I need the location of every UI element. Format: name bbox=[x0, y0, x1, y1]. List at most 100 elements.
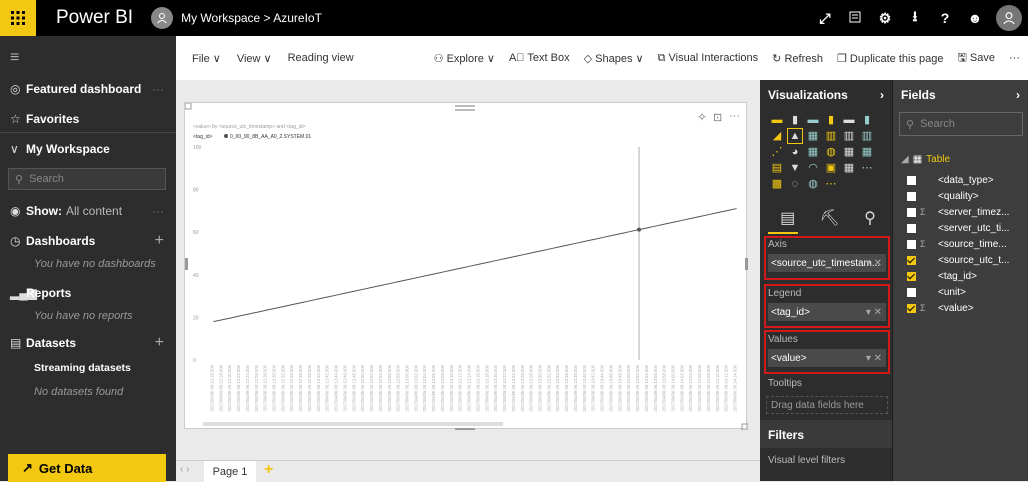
field-item[interactable]: Σ <server_timez... bbox=[907, 204, 1025, 220]
nav-featured-dashboard[interactable]: ◎ Featured dashboard ··· bbox=[0, 82, 176, 96]
pin-icon[interactable]: ✧ bbox=[697, 110, 707, 124]
field-item[interactable]: <quality> bbox=[907, 188, 1025, 204]
visualization-type-icon[interactable]: ◍ bbox=[806, 177, 820, 191]
more-options-icon[interactable]: ··· bbox=[1009, 52, 1020, 64]
visualizations-header[interactable]: Visualizations › bbox=[760, 80, 892, 110]
resize-handle-right[interactable] bbox=[745, 258, 748, 270]
reading-view-button[interactable]: Reading view bbox=[288, 52, 354, 64]
nav-datasets[interactable]: ▤ Datasets + bbox=[0, 334, 176, 351]
field-checkbox[interactable] bbox=[907, 271, 916, 281]
get-data-button[interactable]: ↗ Get Data bbox=[8, 454, 166, 482]
analytics-magnifier-icon[interactable]: ⚲ bbox=[864, 208, 876, 228]
view-menu[interactable]: View ∨ bbox=[237, 52, 272, 65]
nav-my-workspace[interactable]: ∨ My Workspace bbox=[0, 142, 176, 156]
fields-search-input[interactable]: ⚲ Search bbox=[899, 112, 1023, 136]
axis-well-field[interactable]: <source_utc_timestam... ▾ ✕ bbox=[768, 254, 886, 272]
horizontal-scrollbar[interactable] bbox=[203, 422, 503, 426]
refresh-button[interactable]: ↻ Refresh bbox=[772, 52, 823, 65]
visualization-type-icon[interactable]: ▥ bbox=[860, 129, 874, 143]
visualization-type-icon[interactable]: ▦ bbox=[860, 145, 874, 159]
field-item[interactable]: <unit> bbox=[907, 284, 1025, 300]
collapse-triangle-icon[interactable]: ◢ bbox=[901, 154, 909, 165]
data-point-marker[interactable] bbox=[637, 227, 642, 232]
visualization-type-icon[interactable]: ▼ bbox=[788, 161, 802, 175]
visualization-type-icon[interactable]: ◕ bbox=[788, 145, 802, 159]
visualization-type-icon[interactable]: ▦ bbox=[842, 145, 856, 159]
duplicate-page-button[interactable]: ❐ Duplicate this page bbox=[837, 52, 944, 65]
tooltips-drop-zone[interactable]: Drag data fields here bbox=[766, 396, 888, 414]
visual-interactions-button[interactable]: ⧉ Visual Interactions bbox=[658, 52, 759, 65]
visualization-type-icon[interactable]: ▮ bbox=[788, 113, 802, 127]
table-node[interactable]: ◢ ▦ Table bbox=[901, 154, 950, 165]
resize-corner-br[interactable] bbox=[741, 423, 749, 431]
nav-reports[interactable]: ▂▄▆ Reports bbox=[0, 286, 176, 300]
visualization-type-icon[interactable]: ▦ bbox=[806, 129, 820, 143]
field-item[interactable]: Σ <value> bbox=[907, 300, 1025, 316]
series-line[interactable] bbox=[213, 208, 737, 323]
breadcrumb[interactable]: My Workspace > AzureIoT bbox=[181, 11, 322, 25]
format-paint-roller-icon[interactable]: ⛏ bbox=[820, 208, 840, 228]
line-chart-visual[interactable]: ✧ ⊡ ··· <value> by <source_utc_timestamp… bbox=[184, 102, 749, 431]
expand-icon[interactable]: ⤢ bbox=[810, 0, 840, 36]
focus-mode-icon[interactable]: ⊡ bbox=[713, 112, 722, 124]
page-nav-arrows-icon[interactable]: ‹ › bbox=[180, 464, 189, 475]
more-icon[interactable]: ··· bbox=[152, 204, 164, 218]
visualization-type-icon[interactable]: ◍ bbox=[824, 145, 838, 159]
visualization-type-icon[interactable]: ▬ bbox=[770, 113, 784, 127]
field-item[interactable]: <source_utc_t... bbox=[907, 252, 1025, 268]
download-icon[interactable]: ⭳ bbox=[900, 0, 930, 36]
drag-handle-line[interactable] bbox=[455, 109, 475, 111]
nav-show-filter[interactable]: ◉ Show: All content ··· bbox=[0, 204, 176, 218]
workspace-search-input[interactable]: ⚲ Search bbox=[8, 168, 166, 190]
visualization-type-icon[interactable]: ▮ bbox=[824, 113, 838, 127]
add-dashboard-icon[interactable]: + bbox=[155, 232, 164, 250]
file-menu[interactable]: File ∨ bbox=[192, 52, 221, 65]
resize-corner-tl[interactable] bbox=[184, 102, 192, 110]
field-checkbox[interactable] bbox=[907, 287, 916, 297]
text-box-button[interactable]: A⃞ Text Box bbox=[509, 52, 570, 64]
drag-handle-icon[interactable] bbox=[455, 105, 475, 107]
visualization-type-icon[interactable]: ◢ bbox=[770, 129, 784, 143]
add-page-icon[interactable]: + bbox=[264, 461, 282, 479]
remove-field-icon[interactable]: ▾ ✕ bbox=[866, 258, 882, 269]
app-launcher-icon[interactable] bbox=[0, 0, 36, 36]
save-button[interactable]: 🖫 Save bbox=[957, 49, 995, 68]
tab-page-1[interactable]: Page 1 bbox=[204, 461, 256, 482]
visualization-type-icon[interactable]: ▥ bbox=[824, 129, 838, 143]
visualization-type-icon[interactable]: ◌ bbox=[788, 177, 802, 191]
visualization-type-icon[interactable]: ▥ bbox=[842, 129, 856, 143]
field-item[interactable]: <tag_id> bbox=[907, 268, 1025, 284]
visualization-type-icon[interactable]: ▦ bbox=[806, 145, 820, 159]
shapes-menu[interactable]: ◇ Shapes ∨ bbox=[584, 52, 644, 65]
visualization-type-icon[interactable]: ⋯ bbox=[824, 177, 838, 191]
app-brand[interactable]: Power BI bbox=[56, 7, 133, 29]
field-checkbox[interactable] bbox=[907, 255, 916, 265]
hamburger-menu-icon[interactable]: ≡ bbox=[0, 36, 176, 80]
visualization-type-icon[interactable]: ▲ bbox=[787, 128, 803, 144]
fields-well-icon[interactable]: ▤ bbox=[780, 208, 795, 228]
visualization-type-icon[interactable]: ▦ bbox=[842, 161, 856, 175]
notifications-icon[interactable] bbox=[840, 0, 870, 36]
remove-field-icon[interactable]: ▾ ✕ bbox=[866, 353, 882, 364]
nav-favorites[interactable]: ☆ Favorites bbox=[0, 112, 176, 126]
visualization-type-icon[interactable]: ◠ bbox=[806, 161, 820, 175]
chevron-right-icon[interactable]: › bbox=[1016, 88, 1020, 102]
nav-dashboards[interactable]: ◷ Dashboards + bbox=[0, 232, 176, 250]
field-item[interactable]: Σ <source_time... bbox=[907, 236, 1025, 252]
visualization-type-icon[interactable]: ▬ bbox=[806, 113, 820, 127]
help-icon[interactable]: ? bbox=[930, 0, 960, 36]
visualization-type-icon[interactable]: ▣ bbox=[824, 161, 838, 175]
visualization-type-icon[interactable]: ▬ bbox=[842, 113, 856, 127]
field-checkbox[interactable] bbox=[907, 207, 916, 217]
fields-header[interactable]: Fields › bbox=[893, 80, 1028, 110]
visualization-type-icon[interactable]: ⋯ bbox=[860, 161, 874, 175]
field-checkbox[interactable] bbox=[907, 239, 916, 249]
field-checkbox[interactable] bbox=[907, 223, 916, 233]
field-item[interactable]: <server_utc_ti... bbox=[907, 220, 1025, 236]
legend-series-label[interactable]: 0_00_90_8B_AA_A0_2.SYSTEM.01 bbox=[230, 134, 311, 140]
field-item[interactable]: <data_type> bbox=[907, 172, 1025, 188]
field-checkbox[interactable] bbox=[907, 303, 916, 313]
remove-field-icon[interactable]: ▾ ✕ bbox=[866, 307, 882, 318]
field-checkbox[interactable] bbox=[907, 175, 916, 185]
settings-gear-icon[interactable]: ⚙ bbox=[870, 0, 900, 36]
